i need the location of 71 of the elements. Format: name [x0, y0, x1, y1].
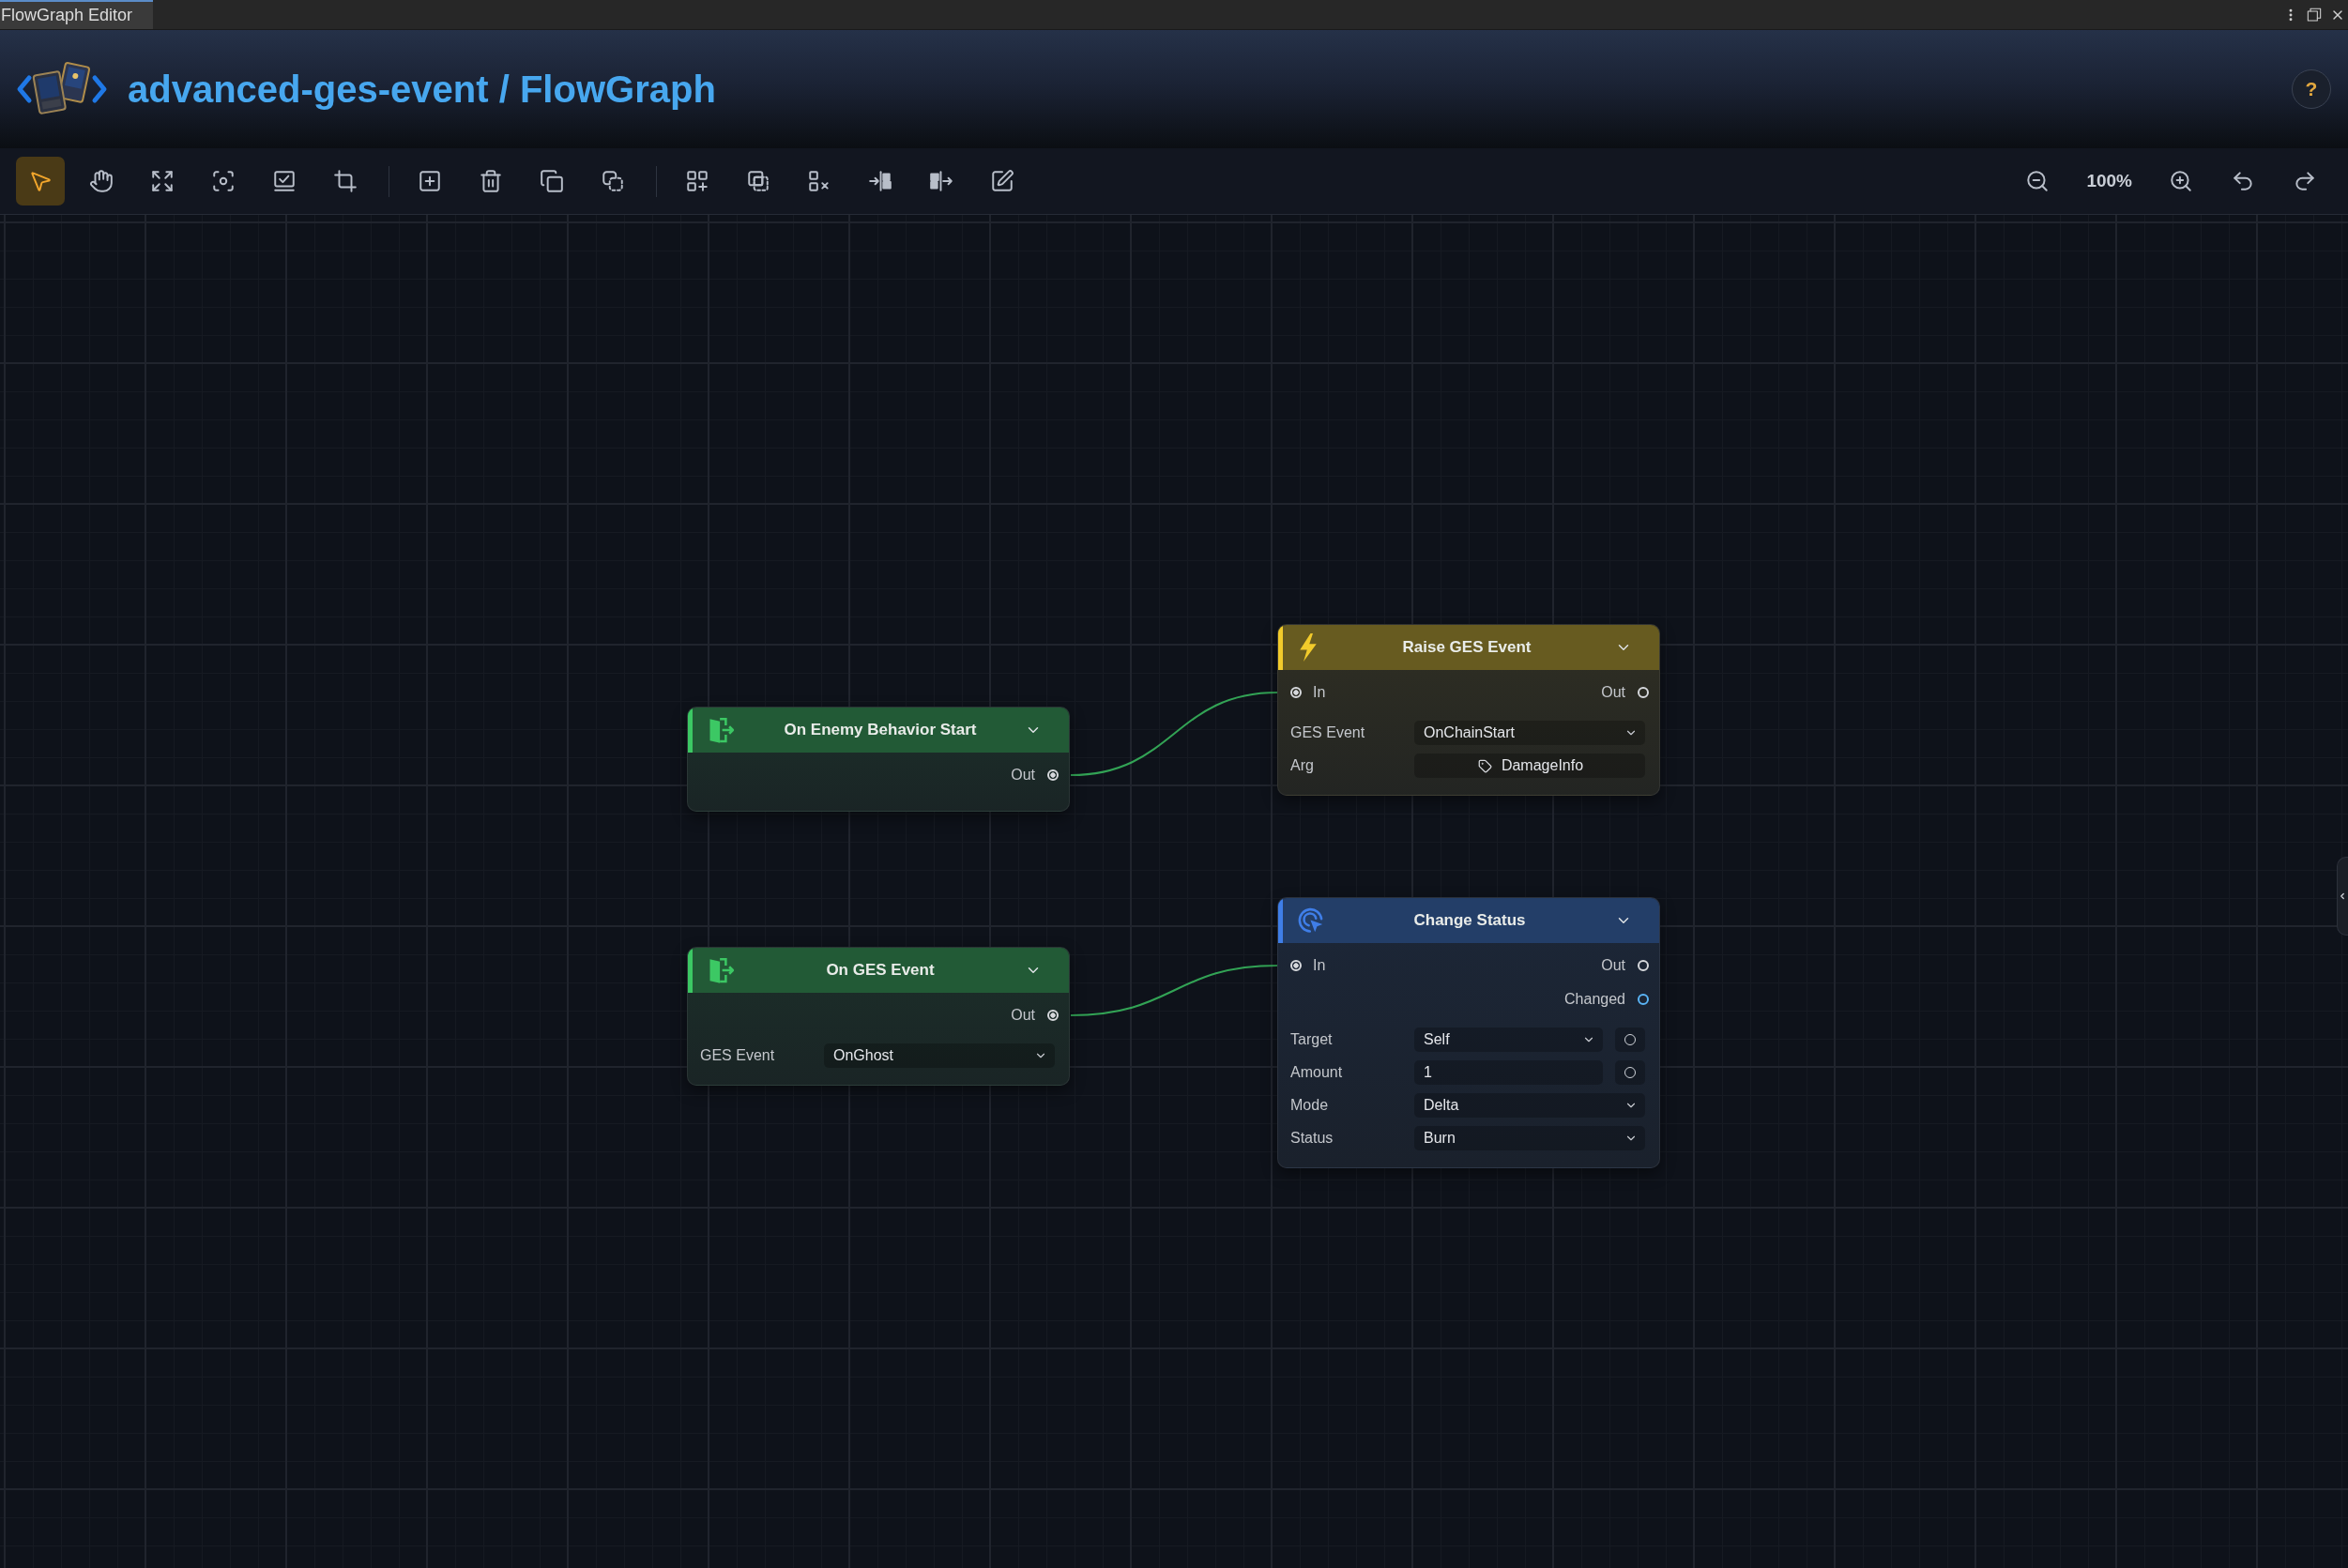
- checkbox-icon[interactable]: [272, 169, 297, 193]
- squares-x-icon[interactable]: [807, 169, 831, 193]
- node-card[interactable]: On GES Event Out GES Event OnGhost: [687, 947, 1070, 1086]
- port-label: Out: [1011, 767, 1035, 784]
- dashed-squares-icon[interactable]: [601, 169, 625, 193]
- focus-icon[interactable]: [211, 169, 236, 193]
- plus-square-icon[interactable]: [418, 169, 442, 193]
- port-label: Out: [1011, 1007, 1035, 1024]
- port-icon[interactable]: [1047, 769, 1059, 781]
- crop-icon[interactable]: [333, 169, 358, 193]
- restore-window-icon[interactable]: [2307, 7, 2322, 23]
- trash-icon[interactable]: [479, 169, 503, 193]
- field-label: GES Event: [1290, 724, 1366, 741]
- dropdown[interactable]: Delta: [1414, 1093, 1645, 1118]
- node-title: Raise GES Event: [1401, 638, 1532, 657]
- arrow-blocks-icon[interactable]: [868, 169, 892, 193]
- overlap-squares-icon[interactable]: [746, 169, 770, 193]
- port-socket[interactable]: [1615, 1060, 1645, 1085]
- node-card[interactable]: On Enemy Behavior Start Out: [687, 707, 1070, 812]
- port-icon[interactable]: [1047, 1010, 1059, 1021]
- port-icon[interactable]: [1290, 960, 1302, 971]
- chevron-left-icon[interactable]: [2338, 891, 2347, 901]
- edit-icon[interactable]: [990, 169, 1014, 193]
- lightning-icon: [1298, 633, 1319, 662]
- node-title: On Enemy Behavior Start: [783, 721, 978, 739]
- grid-plus-icon[interactable]: [685, 169, 709, 193]
- port-label: Changed: [1564, 991, 1625, 1008]
- zoom-out-icon[interactable]: [2025, 169, 2051, 193]
- node-card[interactable]: Raise GES Event In Out GES Event OnChainStart Arg DamageInfo: [1277, 624, 1660, 796]
- dropdown[interactable]: OnChainStart: [1414, 721, 1645, 745]
- copy-icon[interactable]: [540, 169, 564, 193]
- dropdown[interactable]: OnGhost: [824, 1043, 1055, 1068]
- port-icon[interactable]: [1638, 687, 1649, 698]
- pointer-icon[interactable]: [28, 169, 53, 193]
- target-cursor-icon: [1298, 907, 1324, 934]
- door-exit-icon: [708, 956, 736, 984]
- port-socket[interactable]: [1615, 1028, 1645, 1052]
- toolbar-button[interactable]: [16, 157, 65, 206]
- zoom-in-icon[interactable]: [2169, 169, 2193, 193]
- dropdown[interactable]: Self: [1414, 1028, 1603, 1052]
- node-card[interactable]: Change Status In Out Changed Target Self Amount 1 Mode Delta Status Burn: [1277, 897, 1660, 1168]
- node-title: Change Status: [1412, 911, 1527, 930]
- port-label: Out: [1601, 957, 1625, 974]
- port-icon[interactable]: [1290, 687, 1302, 698]
- door-exit-icon: [708, 716, 736, 744]
- blocks-arrow-icon[interactable]: [929, 169, 953, 193]
- field-label: Amount: [1290, 1064, 1344, 1081]
- field-label: Target: [1290, 1031, 1334, 1048]
- port-icon[interactable]: [1638, 994, 1649, 1005]
- field-label: Arg: [1290, 757, 1315, 774]
- node-title: On GES Event: [825, 961, 936, 980]
- hand-icon[interactable]: [89, 169, 114, 193]
- undo-icon[interactable]: [2231, 169, 2255, 193]
- help-button[interactable]: ?: [2292, 69, 2331, 109]
- page-title: advanced-ges-event / FlowGraph: [128, 68, 716, 111]
- port-label: In: [1313, 957, 1326, 974]
- port-label: Out: [1601, 684, 1625, 701]
- field-label: GES Event: [700, 1047, 776, 1064]
- field-label: Status: [1290, 1130, 1334, 1147]
- redo-icon[interactable]: [2293, 169, 2317, 193]
- zoom-level: 100%: [2085, 171, 2133, 191]
- field-label: Mode: [1290, 1097, 1330, 1114]
- panel-toggle[interactable]: [2337, 857, 2348, 936]
- port-label: In: [1313, 684, 1326, 701]
- port-icon[interactable]: [1638, 960, 1649, 971]
- type-field[interactable]: DamageInfo: [1414, 754, 1645, 778]
- window-tab[interactable]: FlowGraph Editor: [0, 0, 154, 29]
- expand-icon[interactable]: [150, 169, 175, 193]
- dropdown[interactable]: Burn: [1414, 1126, 1645, 1150]
- tag-icon: [1477, 758, 1492, 773]
- graph-canvas[interactable]: On Enemy Behavior Start Out On GES Event Out GES Event OnGhost Raise GES Event In Out GES Event OnChainStart Arg DamageInfo Change Status In Out Changed Target Self Amount 1 Mode Delta Status Burn: [0, 215, 2348, 1568]
